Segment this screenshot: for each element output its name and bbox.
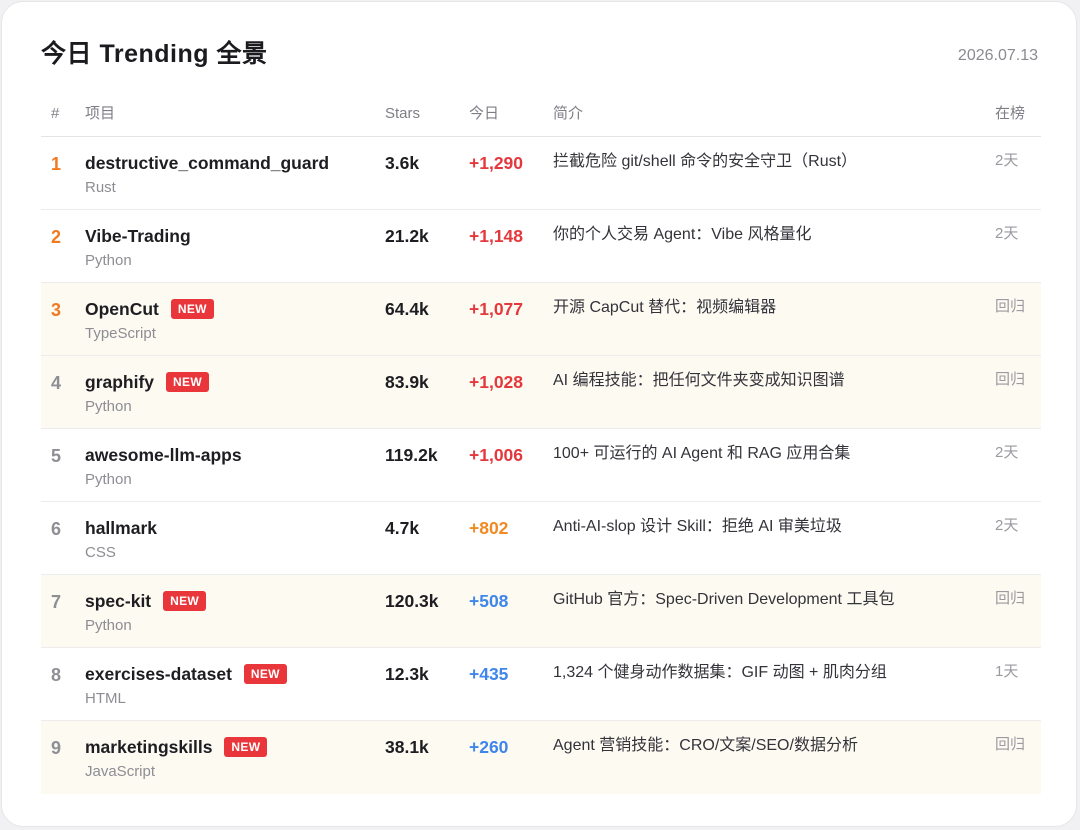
- table-row[interactable]: 7 spec-kit NEW Python 120.3k +508 GitHub 官方：Sp…: [41, 575, 1041, 648]
- repo-name-text: spec-kit: [85, 591, 152, 611]
- today-gain: +1,006: [469, 445, 524, 465]
- rank-number: 5: [51, 446, 62, 466]
- rank-number: 9: [51, 738, 62, 758]
- star-count: 64.4k: [385, 299, 429, 319]
- on-list-duration: 回归: [995, 736, 1026, 753]
- repo-language: Python: [85, 252, 132, 269]
- new-badge: NEW: [163, 591, 207, 611]
- table-row[interactable]: 4 graphify NEW Python 83.9k +1,028 AI 编程技能：把任何…: [41, 356, 1041, 429]
- table-row[interactable]: 2 Vibe-Trading Python 21.2k +1,148 你的个人交易 Age…: [41, 210, 1041, 283]
- repo-name[interactable]: spec-kit NEW: [85, 590, 207, 612]
- repo-name-text: OpenCut: [85, 299, 159, 319]
- today-gain: +1,028: [469, 372, 524, 392]
- repo-language: Python: [85, 617, 132, 634]
- today-gain: +435: [469, 664, 509, 684]
- on-list-duration: 回归: [995, 590, 1026, 607]
- trending-card: 今日 Trending 全景 2026.07.13 # 项目 Stars 今日 …: [1, 1, 1077, 827]
- repo-language: Rust: [85, 179, 116, 196]
- table-row[interactable]: 9 marketingskills NEW JavaScript 38.1k +260 Ag…: [41, 721, 1041, 794]
- repo-name[interactable]: graphify NEW: [85, 371, 209, 393]
- trending-table: # 项目 Stars 今日 简介 在榜 1 destructive_command…: [41, 95, 1041, 794]
- star-count: 12.3k: [385, 664, 429, 684]
- repo-description: 开源 CapCut 替代：视频编辑器: [553, 299, 777, 316]
- repo-description: AI 编程技能：把任何文件夹变成知识图谱: [553, 372, 845, 389]
- table-row[interactable]: 6 hallmark CSS 4.7k +802 Anti-AI-slop 设计 Skil…: [41, 502, 1041, 575]
- table-row[interactable]: 1 destructive_command_guard Rust 3.6k +1,290…: [41, 137, 1041, 210]
- rank-number: 8: [51, 665, 62, 685]
- new-badge: NEW: [243, 664, 287, 684]
- repo-name-text: graphify: [85, 372, 155, 392]
- repo-name-text: Vibe-Trading: [85, 226, 191, 246]
- on-list-duration: 2天: [995, 225, 1019, 242]
- repo-name[interactable]: OpenCut NEW: [85, 298, 214, 320]
- repo-name[interactable]: destructive_command_guard: [85, 152, 329, 174]
- repo-name[interactable]: marketingskills NEW: [85, 736, 268, 758]
- star-count: 21.2k: [385, 226, 429, 246]
- star-count: 119.2k: [385, 445, 438, 465]
- today-gain: +1,148: [469, 226, 524, 246]
- rank-number: 3: [51, 300, 62, 320]
- star-count: 3.6k: [385, 153, 420, 173]
- repo-name[interactable]: hallmark: [85, 517, 157, 539]
- header-on-list: 在榜: [995, 105, 1026, 122]
- repo-language: HTML: [85, 690, 126, 707]
- repo-name[interactable]: exercises-dataset NEW: [85, 663, 287, 685]
- header-rank: #: [51, 105, 60, 122]
- new-badge: NEW: [166, 372, 209, 392]
- rank-number: 2: [51, 227, 62, 247]
- repo-name-text: exercises-dataset: [85, 664, 232, 684]
- table-row[interactable]: 8 exercises-dataset NEW HTML 12.3k +435 1,324 …: [41, 648, 1041, 721]
- rank-number: 1: [51, 154, 62, 174]
- new-badge: NEW: [170, 299, 214, 319]
- repo-description: Anti-AI-slop 设计 Skill：拒绝 AI 审美垃圾: [553, 518, 842, 535]
- on-list-duration: 2天: [995, 517, 1019, 534]
- repo-language: JavaScript: [85, 763, 156, 780]
- star-count: 38.1k: [385, 737, 429, 757]
- new-badge: NEW: [224, 737, 268, 757]
- repo-name-text: awesome-llm-apps: [85, 445, 242, 465]
- today-gain: +1,290: [469, 153, 524, 173]
- on-list-duration: 回归: [995, 371, 1026, 388]
- header-stars: Stars: [385, 105, 421, 122]
- table-row[interactable]: 3 OpenCut NEW TypeScript 64.4k +1,077 开源 CapCu…: [41, 283, 1041, 356]
- repo-description: 你的个人交易 Agent：Vibe 风格量化: [553, 226, 812, 243]
- report-date: 2026.07.13: [957, 47, 1038, 64]
- repo-name[interactable]: awesome-llm-apps: [85, 444, 242, 466]
- repo-description: Agent 营销技能：CRO/文案/SEO/数据分析: [553, 737, 858, 754]
- repo-name[interactable]: Vibe-Trading: [85, 225, 191, 247]
- repo-language: Python: [85, 471, 132, 488]
- table-row[interactable]: 5 awesome-llm-apps Python 119.2k +1,006 100+ …: [41, 429, 1041, 502]
- repo-language: CSS: [85, 544, 116, 561]
- page-title: 今日 Trending 全景: [41, 40, 268, 68]
- star-count: 120.3k: [385, 591, 439, 611]
- star-count: 83.9k: [385, 372, 429, 392]
- on-list-duration: 1天: [995, 663, 1019, 680]
- today-gain: +260: [469, 737, 509, 757]
- repo-description: 拦截危险 git/shell 命令的安全守卫（Rust）: [553, 153, 858, 170]
- repo-description: 100+ 可运行的 AI Agent 和 RAG 应用合集: [553, 445, 851, 462]
- repo-language: Python: [85, 398, 132, 415]
- today-gain: +802: [469, 518, 509, 538]
- rank-number: 4: [51, 373, 62, 393]
- repo-name-text: destructive_command_guard: [85, 153, 330, 173]
- table-header: # 项目 Stars 今日 简介 在榜: [41, 95, 1041, 137]
- rank-number: 7: [51, 592, 62, 612]
- today-gain: +508: [469, 591, 509, 611]
- repo-description: GitHub 官方：Spec-Driven Development 工具包: [553, 591, 895, 608]
- header-project: 项目: [85, 105, 116, 122]
- repo-language: TypeScript: [85, 325, 156, 342]
- on-list-duration: 2天: [995, 444, 1019, 461]
- header-description: 简介: [553, 105, 584, 122]
- on-list-duration: 回归: [995, 298, 1026, 315]
- repo-name-text: marketingskills: [85, 737, 213, 757]
- on-list-duration: 2天: [995, 152, 1019, 169]
- table-body: 1 destructive_command_guard Rust 3.6k +1,290…: [41, 137, 1041, 794]
- today-gain: +1,077: [469, 299, 524, 319]
- repo-description: 1,324 个健身动作数据集：GIF 动图 + 肌肉分组: [553, 664, 887, 681]
- rank-number: 6: [51, 519, 62, 539]
- star-count: 4.7k: [385, 518, 420, 538]
- repo-name-text: hallmark: [85, 518, 157, 538]
- header-today: 今日: [469, 105, 500, 122]
